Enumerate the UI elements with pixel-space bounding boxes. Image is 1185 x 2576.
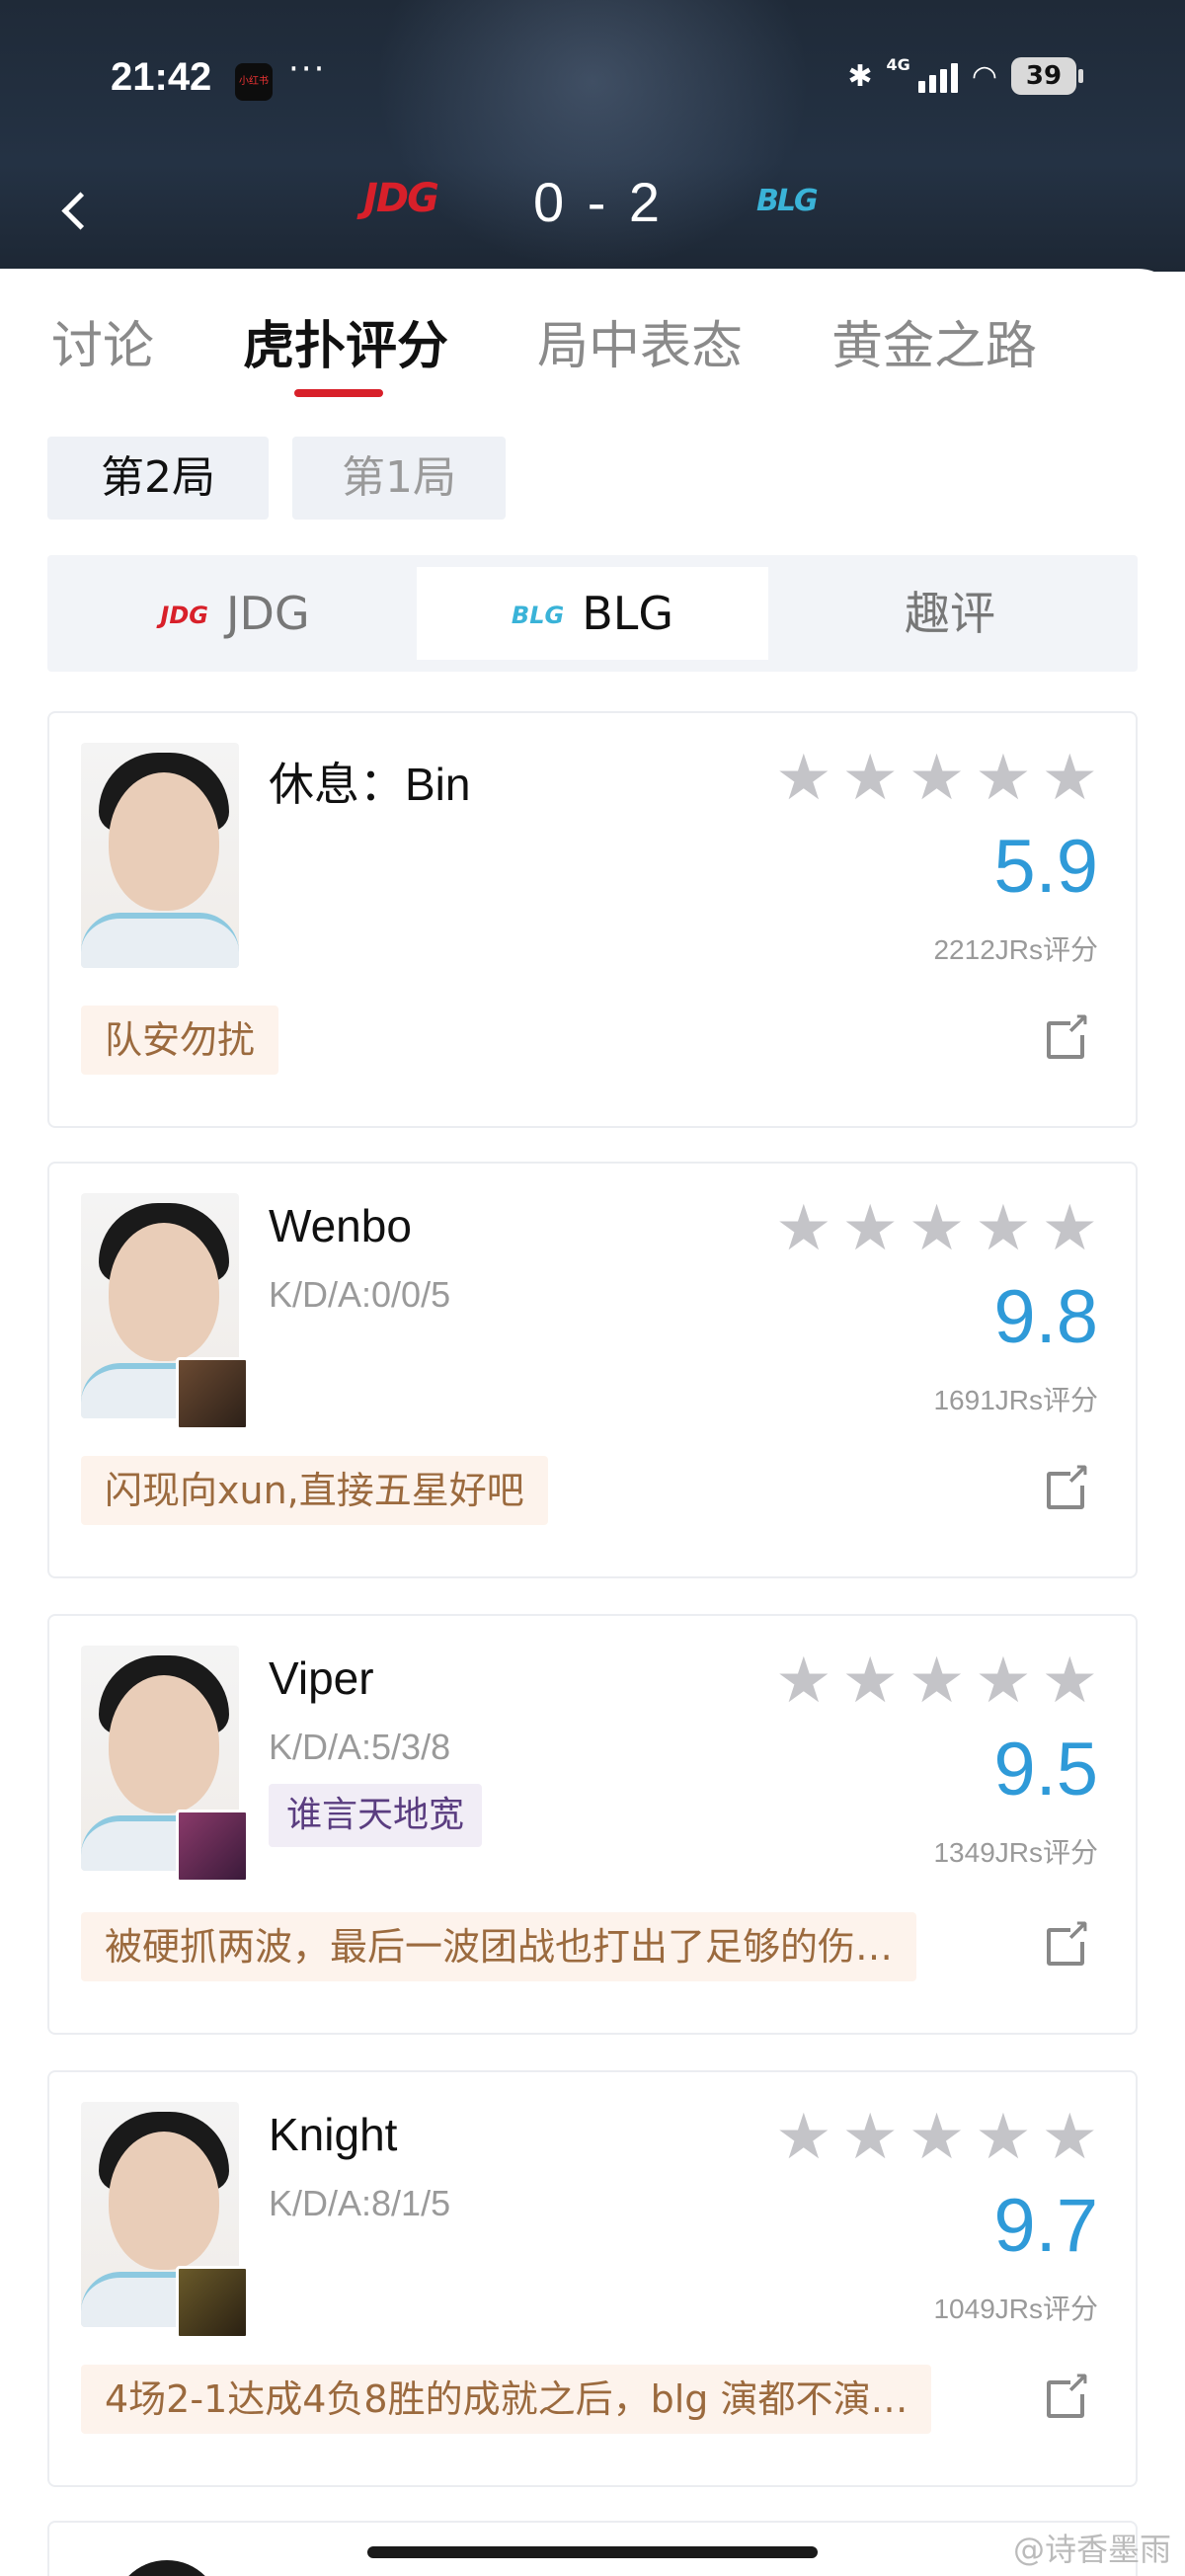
vote-count: 1049JRs评分 [933,2294,1098,2324]
team-option-jdg-label: JDG [225,587,310,640]
star-icon[interactable]: ★ [775,1650,831,1713]
player-rating: 5.9 [993,825,1098,909]
player-kda: K/D/A:0/0/5 [269,1274,451,1315]
champion-icon [176,2266,249,2339]
jdg-mini-logo: JDG [160,602,208,629]
share-icon[interactable] [1047,1458,1090,1509]
top-comment[interactable]: 队安勿扰 [81,1006,279,1075]
player-rating: 9.8 [993,1275,1098,1359]
team-option-jdg[interactable]: JDG JDG [59,567,411,660]
vote-count: 1349JRs评分 [933,1837,1098,1868]
more-notifications-icon: ··· [288,49,327,89]
tab-bar: 讨论 虎扑评分 局中表态 黄金之路 [0,269,1185,397]
player-avatar [113,2560,221,2576]
star-icon[interactable]: ★ [975,1197,1031,1260]
player-name: 休息：Bin [269,759,471,810]
star-icon[interactable]: ★ [842,1197,899,1260]
share-icon[interactable] [1047,1007,1090,1059]
home-indicator[interactable] [367,2546,818,2558]
blg-logo: BLG [756,184,819,218]
star-icon[interactable]: ★ [1042,1197,1098,1260]
star-icon[interactable]: ★ [908,1650,965,1713]
blg-mini-logo: BLG [511,602,565,629]
star-icon[interactable]: ★ [842,747,899,810]
player-name: Knight [269,2109,398,2160]
star-icon[interactable]: ★ [775,1197,831,1260]
star-icon[interactable]: ★ [1042,1650,1098,1713]
network-type: 4G [886,54,910,74]
star-icon[interactable]: ★ [1042,747,1098,810]
star-rating-input[interactable]: ★ ★ ★ ★ ★ [775,747,1098,810]
game-1-button[interactable]: 第1局 [292,437,506,520]
player-kda: K/D/A:5/3/8 [269,1727,451,1767]
star-icon[interactable]: ★ [1042,2106,1098,2169]
star-rating-input[interactable]: ★ ★ ★ ★ ★ [775,2106,1098,2169]
jdg-logo: JDG [363,176,439,221]
player-card[interactable]: 休息：Bin ★ ★ ★ ★ ★ 5.9 2212JRs评分 队安勿扰 [47,711,1138,1128]
star-icon[interactable]: ★ [908,747,965,810]
player-title-badge: 谁言天地宽 [269,1784,483,1847]
wifi-icon: ◠ [971,58,997,94]
game-2-button[interactable]: 第2局 [47,437,269,520]
match-score: 0 - 2 [533,171,665,233]
player-rating: 9.5 [993,1728,1098,1811]
tab-hupu-rating[interactable]: 虎扑评分 [243,304,448,378]
vote-count: 1691JRs评分 [933,1385,1098,1415]
top-comment[interactable]: 4场2-1达成4负8胜的成就之后，blg 演都不演… [81,2365,932,2434]
team-option-blg[interactable]: BLG BLG [417,567,768,660]
status-time: 21:42 [111,55,212,99]
champion-icon [176,1810,249,1883]
player-card[interactable]: Viper K/D/A:5/3/8 谁言天地宽 ★ ★ ★ ★ ★ 9.5 1349JR… [47,1614,1138,2035]
star-icon[interactable]: ★ [908,1197,965,1260]
active-tab-indicator [294,389,383,397]
star-rating-input[interactable]: ★ ★ ★ ★ ★ [775,1650,1098,1713]
player-avatar [81,743,239,968]
top-comment[interactable]: 闪现向xun,直接五星好吧 [81,1456,548,1525]
tab-in-game-stance[interactable]: 局中表态 [537,304,743,378]
share-icon[interactable] [1047,2367,1090,2418]
bluetooth-icon: ✱ [847,58,873,94]
signal-icon [917,59,958,93]
team-option-blg-label: BLG [582,587,674,640]
player-card[interactable]: Knight K/D/A:8/1/5 ★ ★ ★ ★ ★ 9.7 1049JRs评分 4… [47,2070,1138,2487]
watermark: @诗香墨雨 [1012,2531,1171,2568]
team-switch: JDG JDG BLG BLG 趣评 [47,555,1138,672]
star-icon[interactable]: ★ [908,2106,965,2169]
player-name: Viper [269,1652,374,1704]
star-icon[interactable]: ★ [775,747,831,810]
match-header: 21:42 小红书 ··· ✱ 4G ◠ 39 JDG 0 - 2 BLG [0,0,1185,272]
top-comment[interactable]: 被硬抓两波，最后一波团战也打出了足够的伤… [81,1912,917,1981]
back-button[interactable] [55,188,95,237]
team-option-fun-comments[interactable]: 趣评 [774,567,1126,660]
battery-icon: 39 [1011,57,1083,95]
star-icon[interactable]: ★ [842,2106,899,2169]
tab-discussion[interactable]: 讨论 [51,304,154,378]
champion-icon [176,1357,249,1430]
star-icon[interactable]: ★ [975,1650,1031,1713]
tab-golden-road[interactable]: 黄金之路 [831,304,1037,378]
star-icon[interactable]: ★ [775,2106,831,2169]
star-icon[interactable]: ★ [842,1650,899,1713]
player-kda: K/D/A:8/1/5 [269,2183,451,2223]
vote-count: 2212JRs评分 [933,934,1098,965]
star-icon[interactable]: ★ [975,2106,1031,2169]
player-card[interactable]: Wenbo K/D/A:0/0/5 ★ ★ ★ ★ ★ 9.8 1691JRs评分 闪现… [47,1162,1138,1578]
star-icon[interactable]: ★ [975,747,1031,810]
app-notification-icon: 小红书 [235,63,273,101]
share-icon[interactable] [1047,1914,1090,1966]
player-rating: 9.7 [993,2184,1098,2268]
player-name: Wenbo [269,1200,412,1251]
status-icons: ✱ 4G ◠ 39 [847,54,1083,95]
star-rating-input[interactable]: ★ ★ ★ ★ ★ [775,1197,1098,1260]
